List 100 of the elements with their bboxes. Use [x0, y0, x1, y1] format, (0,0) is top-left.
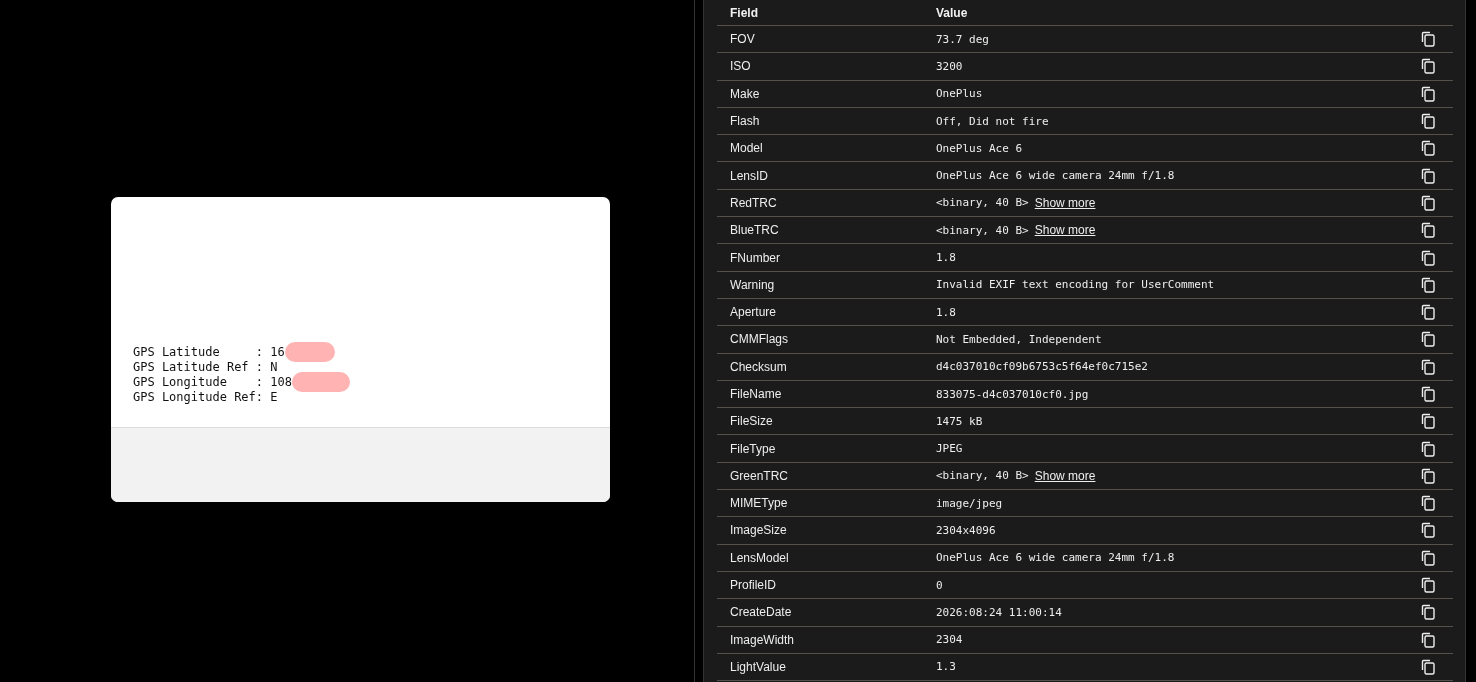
- field-name: CMMFlags: [730, 332, 789, 347]
- copy-icon: [1421, 358, 1435, 375]
- copy-icon: [1421, 386, 1435, 402]
- field-name: BlueTRC: [730, 223, 780, 238]
- field-name: ImageWidth: [730, 632, 796, 647]
- copy-icon: [1421, 304, 1435, 321]
- field-value: 833075-d4c037010cf0.jpg: [936, 387, 1089, 401]
- copy-button[interactable]: [1421, 304, 1435, 321]
- field-value: 73.7 deg: [936, 32, 989, 46]
- field-name: FileType: [730, 441, 777, 456]
- gps-text-line: GPS Longitude : 108: [133, 374, 292, 389]
- gps-text-line: GPS Latitude Ref : N: [133, 359, 278, 374]
- field-value: JPEG: [936, 442, 963, 456]
- field-value: <binary, 40 B>: [936, 196, 1029, 210]
- copy-button[interactable]: [1421, 413, 1435, 430]
- copy-button[interactable]: [1421, 249, 1435, 266]
- copy-icon: [1421, 631, 1435, 648]
- copy-icon: [1421, 276, 1435, 293]
- copy-button[interactable]: [1421, 222, 1435, 239]
- copy-button[interactable]: [1421, 331, 1435, 348]
- gps-text-line: GPS Latitude : 16: [133, 344, 285, 359]
- column-header: Value: [936, 5, 969, 20]
- copy-button[interactable]: [1421, 522, 1435, 539]
- field-value: Invalid EXIF text encoding for UserComment: [936, 278, 1215, 292]
- copy-icon: [1421, 140, 1435, 157]
- copy-button[interactable]: [1421, 658, 1435, 675]
- copy-button[interactable]: [1421, 577, 1435, 594]
- copy-icon: [1421, 549, 1435, 566]
- copy-icon: [1421, 58, 1435, 75]
- show-more-link[interactable]: Show more: [1034, 195, 1096, 210]
- copy-button[interactable]: [1421, 167, 1435, 184]
- copy-icon: [1421, 658, 1435, 675]
- copy-icon: [1421, 249, 1435, 266]
- field-value: 2304x4096: [936, 524, 996, 537]
- field-name: ImageSize: [730, 523, 788, 538]
- field-value: 1.3: [936, 660, 956, 674]
- copy-button[interactable]: [1421, 631, 1435, 648]
- field-name: FileName: [730, 387, 783, 401]
- field-name: ISO: [730, 59, 752, 74]
- copy-icon: [1421, 167, 1435, 184]
- copy-icon: [1421, 440, 1435, 457]
- gps-text-line: GPS Longitude Ref: E: [133, 389, 278, 404]
- copy-button[interactable]: [1421, 467, 1435, 484]
- field-name: CreateDate: [730, 605, 793, 620]
- field-value: Off, Did not fire: [936, 114, 1049, 128]
- redaction-mark: [291, 371, 350, 392]
- field-name: Checksum: [730, 359, 788, 374]
- redaction-mark: [284, 341, 335, 362]
- copy-icon: [1421, 222, 1435, 239]
- copy-button[interactable]: [1421, 358, 1435, 375]
- field-name: LensID: [730, 168, 770, 183]
- field-value: OnePlus Ace 6 wide camera 24mm f/1.8: [936, 169, 1175, 183]
- copy-icon: [1421, 331, 1435, 348]
- copy-button[interactable]: [1421, 604, 1435, 621]
- copy-button[interactable]: [1421, 549, 1435, 566]
- copy-icon: [1421, 577, 1435, 594]
- field-value: 0: [936, 578, 943, 592]
- show-more-link[interactable]: Show more: [1034, 223, 1096, 238]
- field-name: ProfileID: [730, 578, 777, 593]
- copy-button[interactable]: [1421, 276, 1435, 293]
- field-name: Aperture: [730, 305, 778, 320]
- field-name: FileSize: [730, 414, 774, 429]
- field-name: GreenTRC: [730, 468, 789, 483]
- copy-button[interactable]: [1421, 495, 1435, 512]
- field-value: Not Embedded, Independent: [936, 332, 1102, 346]
- copy-icon: [1421, 604, 1435, 621]
- field-value: 1475 kB: [936, 414, 983, 428]
- field-value: OnePlus Ace 6: [936, 141, 1023, 155]
- field-name: FNumber: [730, 250, 781, 265]
- copy-button[interactable]: [1421, 140, 1435, 157]
- field-name: Flash: [730, 114, 761, 129]
- copy-button[interactable]: [1421, 194, 1435, 211]
- field-name: LensModel: [730, 550, 790, 565]
- field-value: 1.8: [936, 251, 956, 264]
- copy-icon: [1421, 194, 1435, 211]
- field-value: OnePlus: [936, 87, 983, 101]
- copy-button[interactable]: [1421, 386, 1435, 402]
- field-value: 3200: [936, 59, 963, 73]
- copy-icon: [1421, 413, 1435, 430]
- copy-icon: [1421, 31, 1435, 48]
- copy-icon: [1421, 522, 1435, 539]
- field-name: Warning: [730, 277, 776, 292]
- copy-icon: [1421, 113, 1435, 130]
- field-name: MIMEType: [730, 496, 789, 511]
- copy-button[interactable]: [1421, 58, 1435, 75]
- copy-button[interactable]: [1421, 440, 1435, 457]
- field-name: LightValue: [730, 659, 787, 674]
- field-value: d4c037010cf09b6753c5f64ef0c715e2: [936, 360, 1148, 374]
- copy-button[interactable]: [1421, 85, 1435, 102]
- field-value: 1.8: [936, 305, 956, 319]
- copy-icon: [1421, 467, 1435, 484]
- column-header: Field: [730, 5, 759, 20]
- copy-icon: [1421, 495, 1435, 512]
- field-value: image/jpeg: [936, 496, 1003, 510]
- show-more-link[interactable]: Show more: [1034, 468, 1096, 483]
- field-name: Model: [730, 141, 764, 156]
- field-value: 2304: [936, 633, 963, 647]
- copy-button[interactable]: [1421, 113, 1435, 130]
- field-value: OnePlus Ace 6 wide camera 24mm f/1.8: [936, 551, 1175, 565]
- copy-button[interactable]: [1421, 31, 1435, 48]
